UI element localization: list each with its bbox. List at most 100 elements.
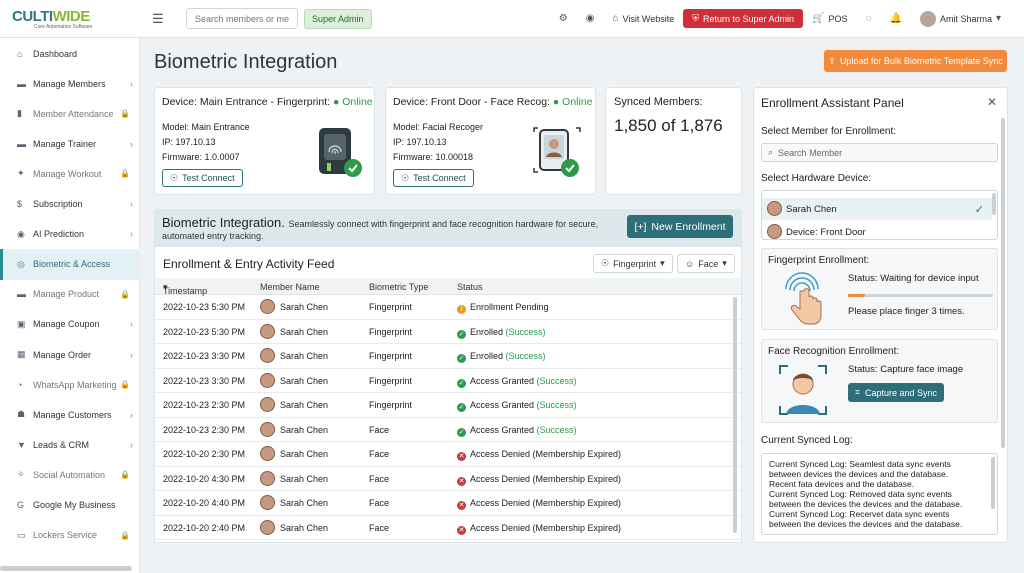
pos-link[interactable]: 🛒 POS: [812, 13, 847, 24]
close-icon[interactable]: ✕: [987, 95, 997, 109]
sidebar-item[interactable]: ◉ AI Prediction ›: [0, 219, 140, 250]
device-title: Device: Front Door - Face Recog:: [393, 96, 550, 108]
robot-icon[interactable]: ⚙: [559, 13, 568, 24]
capture-sync-button[interactable]: ⌗ Capture and Sync: [848, 383, 944, 402]
device-ip: IP: 197.10.13: [162, 137, 216, 147]
sidebar-item[interactable]: ▭ Lockers Service 🔒: [0, 520, 140, 551]
test-connect-button[interactable]: ☉ Test Connect: [162, 169, 243, 187]
cell-member-name: Sarah Chen: [280, 522, 329, 533]
table-row[interactable]: 2022-10-23 5:30 PM Sarah Chen Fingerprint ✓…: [155, 320, 741, 344]
col-timestamp[interactable]: Timestamp ▾: [163, 282, 207, 296]
sidebar-item[interactable]: ▮ Member Attendance 🔒: [0, 98, 140, 129]
chevron-right-icon: ›: [130, 349, 133, 360]
table-row[interactable]: 2022-10-20 2:30 PM Sarah Chen Face ✕ Access …: [155, 442, 741, 467]
status-extra: (Success): [536, 400, 577, 410]
sidebar-item[interactable]: ▦ Manage Order ›: [0, 339, 140, 370]
success-check-icon: ✓: [457, 329, 466, 339]
sidebar-item[interactable]: ☗ Manage Customers ›: [0, 399, 140, 430]
avatar: [260, 299, 275, 314]
status-text: Access Denied (Membership Expired): [470, 473, 622, 484]
new-enrollment-button[interactable]: [+] New Enrollment: [627, 215, 733, 238]
sidebar-item[interactable]: ▬ Manage Members ›: [0, 68, 140, 99]
cell-status: ✓ Enrolled (Success): [457, 327, 546, 339]
eye-icon[interactable]: ◉: [586, 13, 595, 24]
status-text: Access Denied (Membership Expired): [470, 498, 622, 508]
table-row[interactable]: 2022-10-23 3:30 PM Sarah Chen Fingerprint ✓…: [155, 369, 741, 393]
hand-fingerprint-icon: [785, 272, 822, 325]
sidebar-item[interactable]: G Google My Business: [0, 490, 140, 521]
log-scrollbar[interactable]: [991, 457, 995, 509]
denied-x-icon: ✕: [457, 452, 466, 461]
feed-scrollbar[interactable]: [733, 297, 737, 533]
feed-title: Enrollment & Entry Activity Feed: [163, 257, 335, 271]
sidebar-item-label: Manage Trainer: [33, 138, 97, 149]
chevron-down-icon: ▾: [722, 258, 727, 268]
table-row[interactable]: 2022-10-20 2:40 PM Sarah Chen Face ✕ Access …: [155, 516, 741, 540]
cell-member-name: Sarah Chen: [280, 326, 329, 337]
synced-label: Synced Members:: [614, 96, 703, 108]
cell-member-name: Sarah Chen: [280, 473, 329, 484]
sidebar-scrollbar[interactable]: [0, 566, 132, 571]
logo-tagline: Core Automation Software: [34, 23, 93, 30]
shield-icon: ⛨: [692, 13, 700, 23]
device-firmware: Firmware: 10.00018: [393, 152, 474, 162]
whatsapp-icon[interactable]: ◌: [866, 13, 872, 24]
test-connect-button[interactable]: ☉ Test Connect: [393, 169, 474, 187]
sidebar-item[interactable]: ⌂ Dashboard: [0, 38, 140, 69]
device-option-selected[interactable]: Sarah Chen ✓: [762, 198, 992, 220]
sidebar-icon: ▬: [17, 78, 26, 89]
banner-desc-line2: automated entry tracking.: [162, 231, 264, 241]
cell-status: ✕ Access Denied (Membership Expired): [457, 523, 621, 535]
sidebar-item[interactable]: $ Subscription ›: [0, 189, 140, 220]
device-list-scrollbar[interactable]: [992, 193, 996, 215]
avatar: [767, 224, 782, 239]
return-super-admin-button[interactable]: ⛨ Return to Super Admin: [683, 9, 804, 28]
lock-icon: 🔒: [120, 169, 130, 179]
user-menu[interactable]: Amit Sharma ▾: [919, 10, 1001, 27]
cell-biometric-type: Face: [369, 424, 390, 435]
sidebar-item[interactable]: ▬ Manage Product 🔒: [0, 279, 140, 310]
sidebar-item-label: Manage Order: [33, 349, 92, 360]
cell-status: ✓ Access Granted (Success): [457, 376, 577, 388]
cell-status: ✕ Access Denied (Membership Expired): [457, 474, 621, 486]
table-row[interactable]: 2022-10-23 3:30 PM Sarah Chen Fingerprint ✓…: [155, 344, 741, 369]
sidebar-item[interactable]: ✦ Manage Workout 🔒: [0, 158, 140, 189]
progress-fill: [848, 294, 866, 297]
visit-website-link[interactable]: ⌂ Visit Website: [613, 13, 675, 24]
cell-biometric-type: Fingerprint: [369, 400, 413, 410]
upload-icon: ⇪: [828, 55, 836, 66]
sidebar-item[interactable]: ▣ Manage Coupon ›: [0, 309, 140, 340]
status-text: Enrolled: [470, 326, 504, 337]
sidebar-item[interactable]: ▬ Manage Trainer ›: [0, 128, 140, 159]
table-row[interactable]: 2022-10-23 2:30 PM Sarah Chen Face ✓ Access …: [155, 418, 741, 442]
sidebar-item[interactable]: ◔ WhatsApp Marketing 🔒: [0, 369, 140, 400]
bulk-sync-button[interactable]: ⇪ Upload for Bulk Biometric Template Sync: [824, 50, 1007, 72]
hamburger-menu-icon[interactable]: ☰: [152, 11, 174, 27]
global-search-input[interactable]: [186, 8, 298, 29]
panel-title: Enrollment Assistant Panel: [761, 96, 904, 110]
fingerprint-enrollment-title: Fingerprint Enrollment:: [768, 255, 870, 266]
table-row[interactable]: 2022-10-23 2:30 PM Sarah Chen Fingerprint ✓…: [155, 393, 741, 418]
filter-fingerprint[interactable]: ☉ Fingerprint ▾: [593, 254, 673, 273]
sidebar-item[interactable]: ◎ Biometric & Access: [0, 248, 140, 280]
sidebar-item-label: Manage Customers: [33, 409, 112, 420]
cell-status: ! Enrollment Pending: [457, 302, 549, 314]
sidebar-item[interactable]: ✧ Social Automation 🔒: [0, 459, 140, 490]
app-logo[interactable]: CULTIWIDE Core Automation Software: [0, 8, 140, 30]
status-text: Access Granted: [470, 424, 535, 435]
sidebar-icon: ⌂: [17, 48, 23, 59]
table-row[interactable]: 2022-10-20 4:30 PM Sarah Chen Face ✕ Access …: [155, 467, 741, 491]
role-badge[interactable]: Super Admin: [304, 8, 372, 29]
table-row[interactable]: 2022-10-23 5:30 PM Sarah Chen Fingerprint!…: [155, 295, 741, 320]
device-model: Model: Main Entrance: [162, 122, 250, 132]
sidebar-item[interactable]: ▼ Leads & CRM ›: [0, 429, 140, 460]
bell-icon[interactable]: 🔔: [890, 13, 902, 24]
member-search-input[interactable]: ⌕ Search Member: [761, 143, 998, 162]
fingerprint-status: Status: Waiting for device input: [848, 273, 979, 284]
device-option[interactable]: Device: Front Door: [762, 221, 992, 239]
panel-scrollbar[interactable]: [1001, 118, 1005, 448]
filter-face[interactable]: ☺ Face ▾: [677, 254, 735, 273]
table-row[interactable]: 2022-10-20 4:40 PM Sarah Chen Face ✕ Access …: [155, 491, 741, 516]
enrollment-panel: Enrollment Assistant Panel ✕ Select Memb…: [753, 87, 1008, 543]
banner-title: Biometric Integration.: [162, 215, 285, 230]
